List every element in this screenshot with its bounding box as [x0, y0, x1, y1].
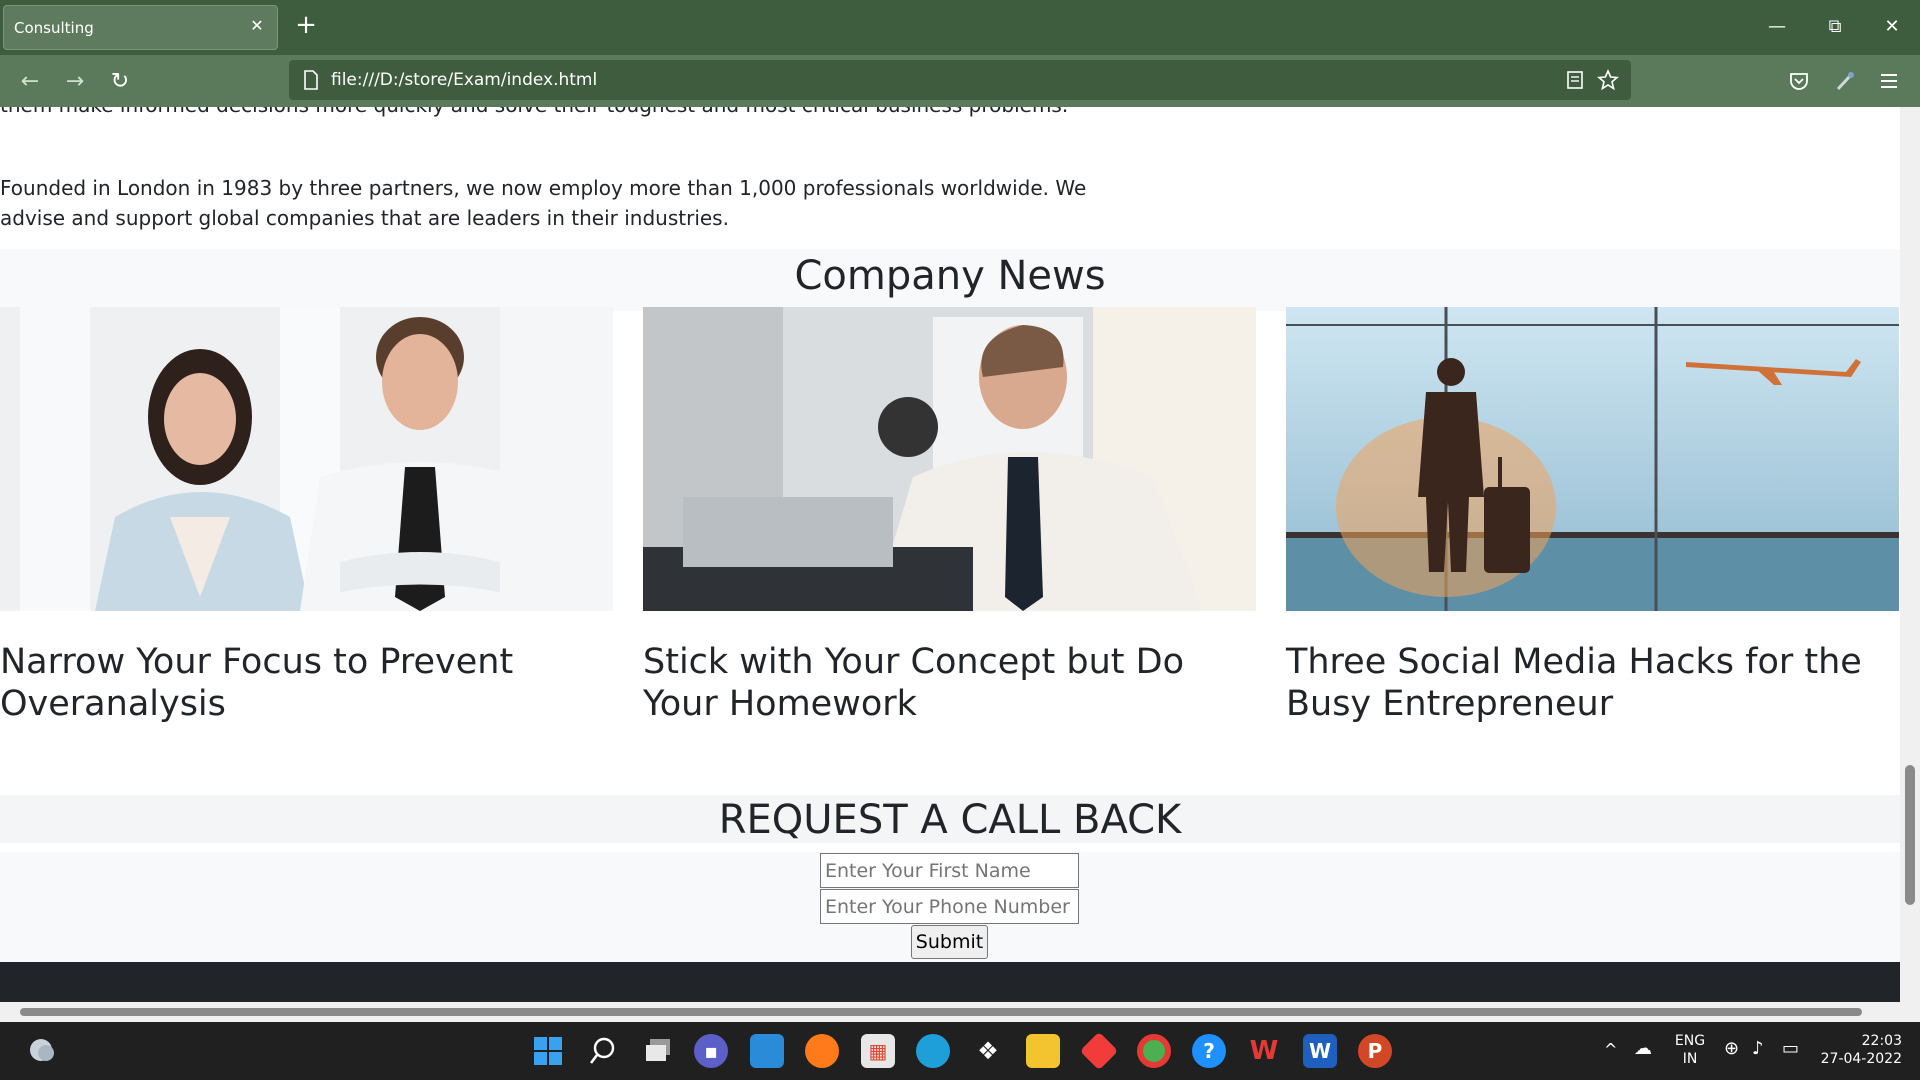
tab-title: Consulting	[14, 18, 94, 37]
start-icon[interactable]	[533, 1036, 563, 1066]
store-icon[interactable]: ▦	[861, 1034, 895, 1068]
dropbox-icon[interactable]: ❖	[971, 1034, 1005, 1068]
page-footer	[0, 962, 1900, 1002]
news-card[interactable]: Stick with Your Concept but Do Your Home…	[643, 307, 1256, 725]
windows-taskbar: ▪ ▦ ❖ ? W W P ^ ☁ ENG IN ⊕ ♪ ▭ 22:03 27-…	[0, 1022, 1920, 1080]
forward-icon[interactable]: →	[60, 67, 90, 97]
submit-button[interactable]: Submit	[911, 925, 988, 959]
news-card-title[interactable]: Stick with Your Concept but Do Your Home…	[643, 641, 1256, 725]
chrome-icon[interactable]	[1137, 1034, 1171, 1068]
browser-titlebar: Consulting ✕ + — ⧉ ✕	[0, 0, 1920, 55]
horizontal-scrollbar[interactable]	[0, 1002, 1920, 1022]
anydesk-icon[interactable]	[1079, 1031, 1119, 1071]
menu-icon[interactable]	[1878, 71, 1900, 91]
first-name-input[interactable]	[820, 853, 1079, 888]
news-card-title[interactable]: Narrow Your Focus to Prevent Overanalysi…	[0, 641, 613, 725]
news-card[interactable]: Narrow Your Focus to Prevent Overanalysi…	[0, 307, 613, 725]
tab-close-icon[interactable]: ✕	[247, 16, 267, 36]
network-icon[interactable]: ⊕	[1724, 1038, 1739, 1059]
help-icon[interactable]: ?	[1192, 1034, 1226, 1068]
firefox-icon[interactable]	[805, 1034, 839, 1068]
horizontal-scroll-thumb[interactable]	[20, 1008, 1862, 1016]
page-icon	[304, 70, 318, 90]
page-viewport: them make informed decisions more quickl…	[0, 107, 1900, 1002]
desktop-icon[interactable]	[750, 1034, 784, 1068]
task-view-icon[interactable]	[643, 1036, 673, 1066]
url-text[interactable]: file:///D:/store/Exam/index.html	[331, 70, 597, 90]
browser-tab[interactable]: Consulting ✕	[3, 5, 278, 50]
phone-number-input[interactable]	[820, 889, 1079, 924]
news-card[interactable]: Three Social Media Hacks for the Busy En…	[1286, 307, 1899, 725]
edge-icon[interactable]	[916, 1034, 950, 1068]
minimize-icon[interactable]: —	[1762, 12, 1792, 42]
wps-office-icon[interactable]: W	[1247, 1034, 1281, 1068]
news-image-business-people[interactable]	[0, 307, 613, 611]
onedrive-icon[interactable]: ☁	[1634, 1038, 1652, 1059]
search-icon[interactable]	[588, 1036, 618, 1066]
new-tab-button[interactable]: +	[292, 12, 320, 40]
news-image-traveler-airport[interactable]	[1286, 307, 1899, 611]
vertical-scrollbar[interactable]	[1900, 107, 1920, 1002]
intro-paragraph: Founded in London in 1983 by three partn…	[0, 176, 1087, 230]
url-bar[interactable]: file:///D:/store/Exam/index.html	[289, 60, 1631, 100]
language-indicator[interactable]: ENG IN	[1673, 1032, 1707, 1068]
weather-icon[interactable]	[26, 1036, 56, 1064]
clock-date: 27-04-2022	[1820, 1051, 1902, 1067]
show-hidden-icons-icon[interactable]: ^	[1604, 1040, 1617, 1059]
pocket-icon[interactable]	[1788, 70, 1810, 92]
vertical-scroll-thumb[interactable]	[1905, 765, 1915, 905]
news-card-title[interactable]: Three Social Media Hacks for the Busy En…	[1286, 641, 1899, 725]
back-icon[interactable]: ←	[15, 67, 45, 97]
section-title-company-news: Company News	[794, 253, 1106, 299]
reload-icon[interactable]: ↻	[105, 67, 135, 97]
section-title-request-call-back: REQUEST A CALL BACK	[718, 797, 1182, 843]
powerpoint-icon[interactable]: P	[1358, 1034, 1392, 1068]
battery-icon[interactable]: ▭	[1782, 1038, 1799, 1059]
reader-mode-icon[interactable]	[1566, 70, 1584, 90]
browser-navbar: ← → ↻ file:///D:/store/Exam/index.html	[0, 55, 1920, 107]
restore-icon[interactable]: ⧉	[1820, 12, 1850, 42]
teams-chat-icon[interactable]: ▪	[694, 1034, 728, 1068]
clock[interactable]: 22:03 27-04-2022	[1820, 1032, 1902, 1068]
word-icon[interactable]: W	[1303, 1034, 1337, 1068]
language-code: ENG	[1674, 1033, 1706, 1049]
partial-paragraph: them make informed decisions more quickl…	[0, 107, 1068, 117]
close-window-icon[interactable]: ✕	[1877, 12, 1907, 42]
region-code: IN	[1682, 1051, 1698, 1067]
news-image-man-at-desk[interactable]	[643, 307, 1256, 611]
bookmark-star-icon[interactable]	[1597, 69, 1619, 91]
file-explorer-icon[interactable]	[1026, 1034, 1060, 1068]
volume-icon[interactable]: ♪	[1752, 1038, 1764, 1059]
clock-time: 22:03	[1861, 1033, 1902, 1049]
extension-icon[interactable]	[1834, 70, 1856, 92]
